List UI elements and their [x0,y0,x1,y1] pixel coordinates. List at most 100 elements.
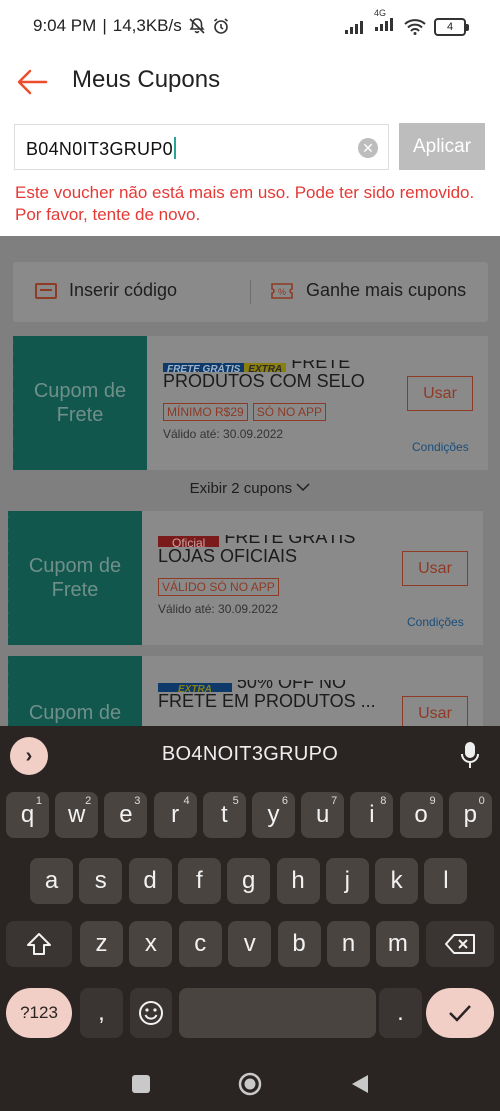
microphone-icon[interactable] [460,740,480,770]
apply-button[interactable]: Aplicar [399,123,485,170]
page-title: Meus Cupons [72,66,221,93]
recent-apps-icon[interactable] [129,1072,153,1096]
earn-coupons-tab[interactable]: % Ganhe mais cupons [270,280,466,301]
coupon-actions-card: Inserir código % Ganhe mais cupons [13,262,488,322]
key-e[interactable]: e3 [104,792,148,838]
official-badge: Oficial [158,536,220,547]
key-s[interactable]: s [79,858,123,904]
back-arrow-icon[interactable] [14,64,50,100]
key-o[interactable]: o9 [399,792,443,838]
show-more-coupons[interactable]: Exibir 2 cupons [0,480,500,497]
voucher-entry-panel: B04N0IT3GRUP0 ✕ Aplicar Este voucher não… [0,114,500,236]
coupons-list-overlay: Inserir código % Ganhe mais cupons Cupom… [0,236,500,726]
key-a[interactable]: a [30,858,73,904]
keyboard-suggestion-bar: › BO4NOIT3GRUPO [0,726,500,782]
status-time: 9:04 PM [33,16,97,35]
key-f[interactable]: f [177,858,221,904]
key-l[interactable]: l [424,858,468,904]
key-hint: 6 [281,795,288,807]
ticket-icon [35,282,57,299]
key-c[interactable]: c [178,921,222,967]
coupon-tag: VÁLIDO SÓ NO APP [158,578,279,596]
conditions-link[interactable]: Condições [407,615,464,629]
use-coupon-button[interactable]: Usar [407,376,473,411]
key-j[interactable]: j [325,858,369,904]
coupon-card: Cupom de EXTRA 50% OFF NO FRETE EM PRODU… [5,656,483,726]
key-m[interactable]: m [376,921,420,967]
coupon-validity: Válido até: 30.09.2022 [158,602,279,616]
comma-key[interactable]: , [80,988,123,1038]
coupon-tags: MÍNIMO R$29 SÓ NO APP [163,403,327,421]
error-message: Este voucher não está mais em uso. Pode … [15,183,475,224]
signal-4g-icon [375,18,393,31]
coupon-title-top: 50% OFF NO [236,680,346,692]
use-coupon-button[interactable]: Usar [402,696,468,726]
key-h[interactable]: h [276,858,320,904]
key-b[interactable]: b [277,921,321,967]
network-speed: 14,3KB/s [112,16,182,35]
key-t[interactable]: t5 [202,792,246,838]
backspace-key[interactable] [426,921,494,967]
period-key[interactable]: . [379,988,422,1038]
key-hint: 5 [232,795,239,807]
key-z[interactable]: z [80,921,123,967]
soft-keyboard: › BO4NOIT3GRUPO q1w2e3r4t5y6u7i8o9p0 asd… [0,726,500,1056]
shift-key[interactable] [6,921,72,967]
coupon-card: Cupom de Frete FRETE GRÁTISEXTRA FRETE G… [10,336,488,470]
app-header: Meus Cupons [0,56,500,114]
key-r[interactable]: r4 [153,792,197,838]
shift-icon [27,933,51,955]
back-nav-icon[interactable] [348,1072,372,1096]
coupon-type-label: Cupom de [5,656,142,726]
key-k[interactable]: k [375,858,419,904]
wifi-icon [404,18,426,35]
key-u[interactable]: u7 [301,792,345,838]
clear-input-icon[interactable]: ✕ [358,138,378,158]
home-icon[interactable] [238,1072,262,1096]
coupon-card: Cupom de Frete Oficial FRETE GRÁTIS LOJA… [5,511,483,645]
status-left: 9:04 PM | 14,3KB/s [33,16,230,36]
keyboard-suggestion[interactable]: BO4NOIT3GRUPO [0,743,500,766]
space-key[interactable] [179,988,376,1038]
coupon-title: FRETE EM PRODUTOS ... [158,691,376,711]
percent-ticket-icon: % [271,282,293,299]
key-x[interactable]: x [129,921,173,967]
enter-key[interactable] [426,988,494,1038]
checkmark-icon [449,1005,471,1022]
key-i[interactable]: i8 [350,792,394,838]
key-hint: 0 [478,795,485,807]
emoji-key[interactable] [130,988,172,1038]
battery-icon: 4 [434,17,469,36]
insert-code-tab[interactable]: Inserir código [35,280,177,301]
key-p[interactable]: p0 [448,792,492,838]
text-caret [173,137,176,159]
signal-icon [345,20,363,34]
conditions-link[interactable]: Condições [412,440,469,454]
mute-icon [189,18,205,34]
system-nav-bar [0,1056,500,1111]
key-g[interactable]: g [227,858,271,904]
extra-badge: EXTRA [244,363,287,372]
coupon-validity: Válido até: 30.09.2022 [163,427,284,441]
tab-divider [250,280,251,304]
coupon-tag: SÓ NO APP [252,403,327,421]
coupon-tag: MÍNIMO R$29 [163,403,248,421]
key-v[interactable]: v [228,921,272,967]
use-coupon-button[interactable]: Usar [402,551,468,586]
key-hint: 8 [380,795,387,807]
coupon-tags: VÁLIDO SÓ NO APP [158,578,279,596]
key-hint: 7 [331,795,338,807]
alarm-icon [213,18,228,34]
key-hint: 3 [134,795,141,807]
key-y[interactable]: y6 [252,792,295,838]
voucher-code-input[interactable]: B04N0IT3GRUP0 ✕ [14,124,389,170]
key-n[interactable]: n [327,921,370,967]
chevron-down-icon [296,483,310,492]
coupon-title: LOJAS OFICIAIS [158,546,298,566]
key-w[interactable]: w2 [55,792,99,838]
voucher-code-value: B04N0IT3GRUP0 [26,139,173,159]
key-d[interactable]: d [128,858,172,904]
symbols-key[interactable]: ?123 [6,988,72,1038]
key-q[interactable]: q1 [6,792,49,838]
status-right: 4G 4 [344,8,469,37]
